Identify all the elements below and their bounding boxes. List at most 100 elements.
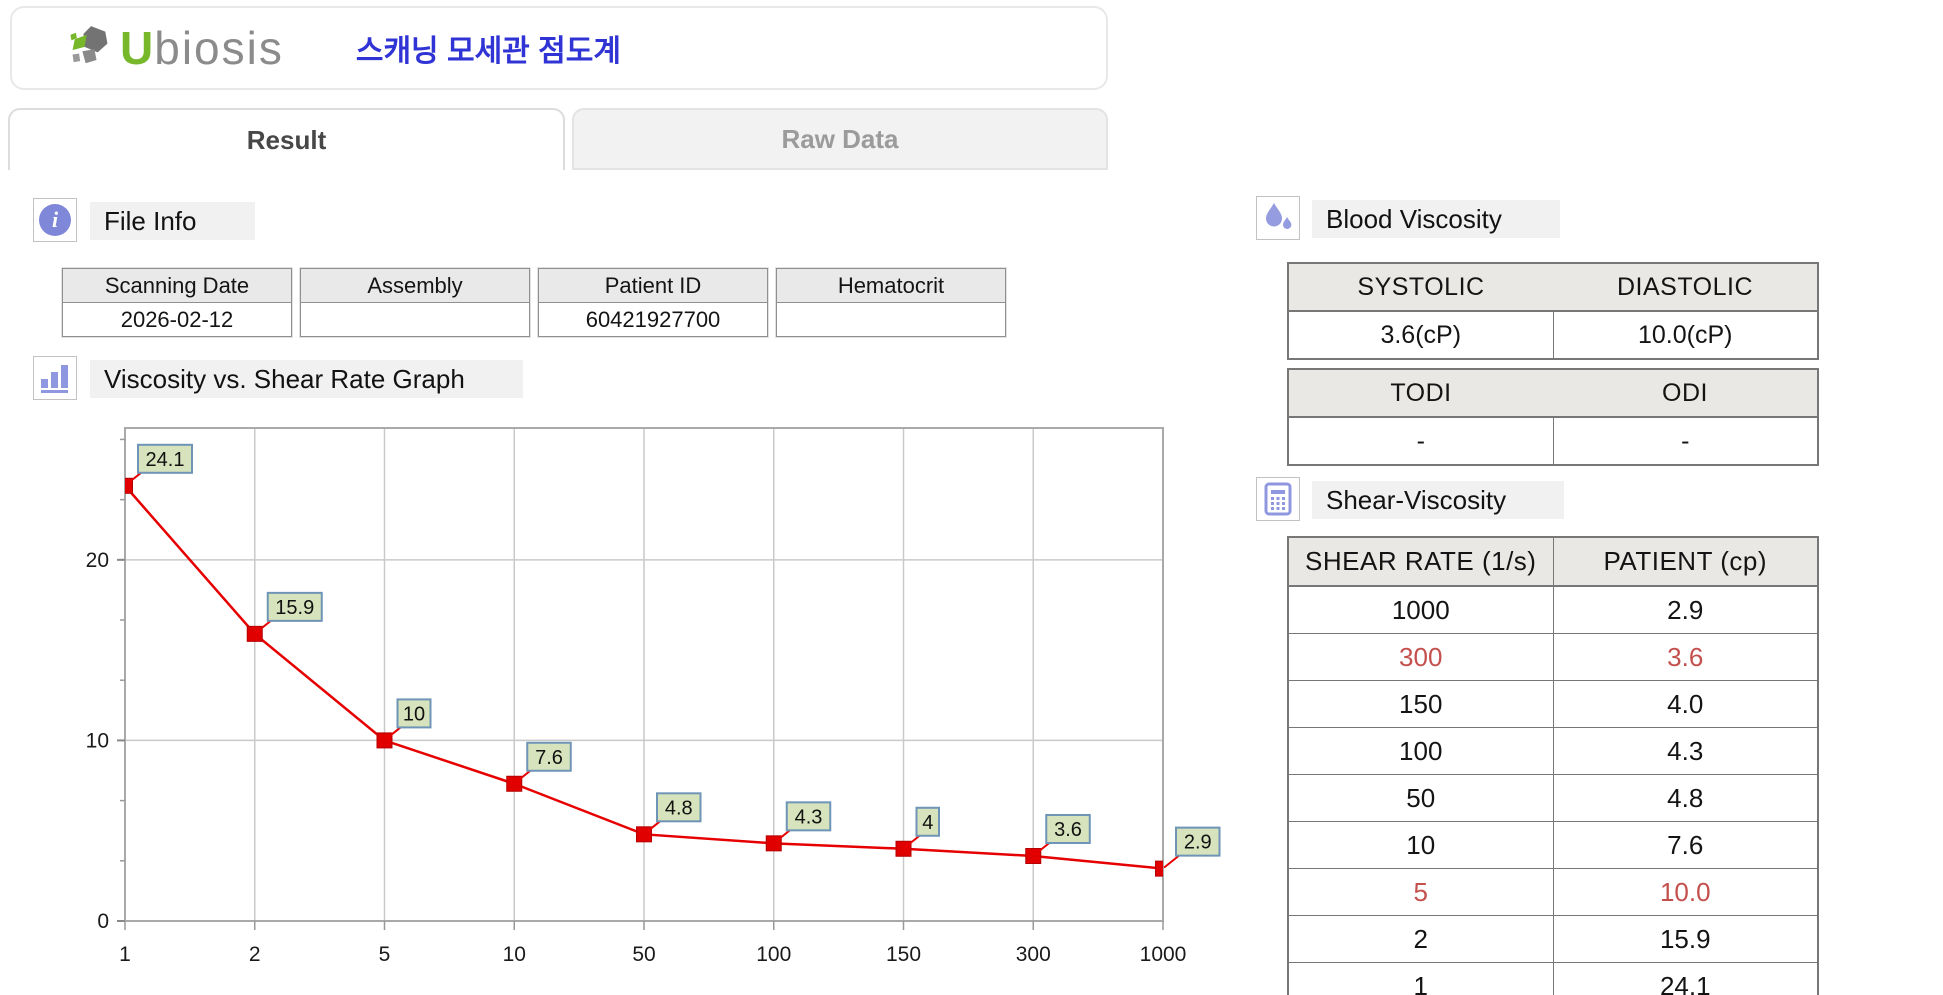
x-axis-label: 5: [379, 943, 391, 966]
shear-viscosity-icon-box: [1256, 477, 1300, 521]
graph-section-title: Viscosity vs. Shear Rate Graph: [90, 360, 523, 398]
odi-value: -: [1553, 417, 1818, 465]
y-axis-label: 20: [86, 549, 109, 572]
shear-viscosity-row: 215.9: [1288, 916, 1818, 963]
shear-rate-cell: 100: [1288, 728, 1553, 775]
viscosity-shear-rate-chart: 010201251050100150300100024.115.9107.64.…: [60, 408, 1240, 995]
x-axis-label: 100: [756, 943, 791, 966]
x-axis-label: 1000: [1140, 943, 1187, 966]
file-info-row: Scanning Date2026-02-12 Assembly Patient I…: [62, 268, 1006, 337]
label-connector: [1164, 856, 1179, 868]
blood-viscosity-section-title: Blood Viscosity: [1312, 200, 1560, 238]
shear-rate-cell: 5: [1288, 869, 1553, 916]
shear-rate-cell: 150: [1288, 681, 1553, 728]
app-header: U biosis 스캐닝 모세관 점도계: [10, 6, 1108, 90]
viscometer-app: U biosis 스캐닝 모세관 점도계 Result Raw Data i F…: [0, 0, 1943, 995]
shear-viscosity-row: 107.6: [1288, 822, 1818, 869]
info-box-value: [301, 303, 529, 336]
file-info-box-scanning-date: Scanning Date2026-02-12: [62, 268, 292, 337]
x-axis-label: 150: [886, 943, 921, 966]
info-icon: i: [39, 204, 71, 236]
x-axis-label: 50: [632, 943, 655, 966]
shear-viscosity-row: 510.0: [1288, 869, 1818, 916]
patient-cell: 3.6: [1553, 634, 1818, 681]
info-box-value: [777, 303, 1005, 336]
data-label-text: 4.3: [795, 806, 823, 828]
data-label-text: 4.8: [665, 797, 693, 819]
x-axis-label: 1: [119, 943, 131, 966]
shear-viscosity-row: 124.1: [1288, 963, 1818, 995]
patient-cell: 4.0: [1553, 681, 1818, 728]
file-info-box-assembly: Assembly: [300, 268, 530, 337]
table-header-row: SYSTOLIC DIASTOLIC: [1288, 263, 1818, 311]
todi-value: -: [1288, 417, 1553, 465]
shear-rate-cell: 1: [1288, 963, 1553, 995]
patient-cell: 4.3: [1553, 728, 1818, 775]
file-info-icon-box: i: [33, 198, 77, 242]
shear-rate-cell: 2: [1288, 916, 1553, 963]
data-label-text: 3.6: [1054, 819, 1082, 841]
graph-icon-box: [33, 356, 77, 400]
data-label-text: 24.1: [146, 449, 185, 471]
shear-viscosity-row: 1504.0: [1288, 681, 1818, 728]
diastolic-header: DIASTOLIC: [1553, 263, 1818, 311]
systolic-diastolic-table: SYSTOLIC DIASTOLIC 3.6(cP) 10.0(cP): [1287, 262, 1819, 360]
patient-cell: 2.9: [1553, 586, 1818, 634]
patient-cell: 24.1: [1553, 963, 1818, 995]
x-axis-label: 2: [249, 943, 261, 966]
bar-chart-icon: [38, 361, 72, 395]
shear-viscosity-section-title: Shear-Viscosity: [1312, 481, 1564, 519]
data-label-text: 7.6: [535, 747, 563, 769]
shear-viscosity-table: SHEAR RATE (1/s) PATIENT (cp) 10002.9300…: [1287, 536, 1819, 995]
info-box-label: Patient ID: [539, 269, 767, 303]
table-header-row: TODI ODI: [1288, 369, 1818, 417]
info-box-label: Scanning Date: [63, 269, 291, 303]
blood-viscosity-icon-box: [1256, 196, 1300, 240]
diastolic-value: 10.0(cP): [1553, 311, 1818, 359]
app-title-korean: 스캐닝 모세관 점도계: [356, 26, 621, 70]
todi-odi-table: TODI ODI - -: [1287, 368, 1819, 466]
table-value-row: 3.6(cP) 10.0(cP): [1288, 311, 1818, 359]
info-box-value: 60421927700: [539, 303, 767, 336]
shear-rate-header: SHEAR RATE (1/s): [1288, 537, 1553, 586]
patient-header: PATIENT (cp): [1553, 537, 1818, 586]
file-info-section-title: File Info: [90, 202, 255, 240]
shear-viscosity-row: 1004.3: [1288, 728, 1818, 775]
file-info-box-patient-id: Patient ID60421927700: [538, 268, 768, 337]
tab-result-label: Result: [247, 125, 326, 156]
patient-cell: 7.6: [1553, 822, 1818, 869]
logo-text-u: U: [120, 21, 154, 75]
data-label-text: 4: [922, 812, 933, 834]
y-axis-label: 10: [86, 729, 109, 752]
ubiosis-logo: U biosis: [68, 21, 284, 75]
shear-viscosity-row: 504.8: [1288, 775, 1818, 822]
calculator-icon: [1261, 482, 1295, 516]
tab-raw-data-label: Raw Data: [781, 124, 898, 155]
info-box-value: 2026-02-12: [63, 303, 291, 336]
data-label-text: 2.9: [1184, 832, 1212, 854]
todi-header: TODI: [1288, 369, 1553, 417]
leaf-logo-icon: [68, 24, 112, 72]
tab-raw-data[interactable]: Raw Data: [572, 108, 1108, 170]
y-axis-label: 0: [97, 910, 109, 933]
tab-result[interactable]: Result: [8, 108, 565, 170]
info-box-label: Hematocrit: [777, 269, 1005, 303]
systolic-header: SYSTOLIC: [1288, 263, 1553, 311]
x-axis-label: 300: [1016, 943, 1051, 966]
odi-header: ODI: [1553, 369, 1818, 417]
patient-cell: 4.8: [1553, 775, 1818, 822]
table-header-row: SHEAR RATE (1/s) PATIENT (cp): [1288, 537, 1818, 586]
file-info-box-hematocrit: Hematocrit: [776, 268, 1006, 337]
x-axis-label: 10: [503, 943, 526, 966]
shear-rate-cell: 50: [1288, 775, 1553, 822]
droplets-icon: [1260, 200, 1296, 236]
patient-cell: 15.9: [1553, 916, 1818, 963]
shear-rate-cell: 10: [1288, 822, 1553, 869]
info-box-label: Assembly: [301, 269, 529, 303]
shear-viscosity-row: 10002.9: [1288, 586, 1818, 634]
shear-rate-cell: 1000: [1288, 586, 1553, 634]
data-label-text: 15.9: [275, 597, 314, 619]
systolic-value: 3.6(cP): [1288, 311, 1553, 359]
logo-text-biosis: biosis: [154, 21, 284, 75]
shear-viscosity-row: 3003.6: [1288, 634, 1818, 681]
